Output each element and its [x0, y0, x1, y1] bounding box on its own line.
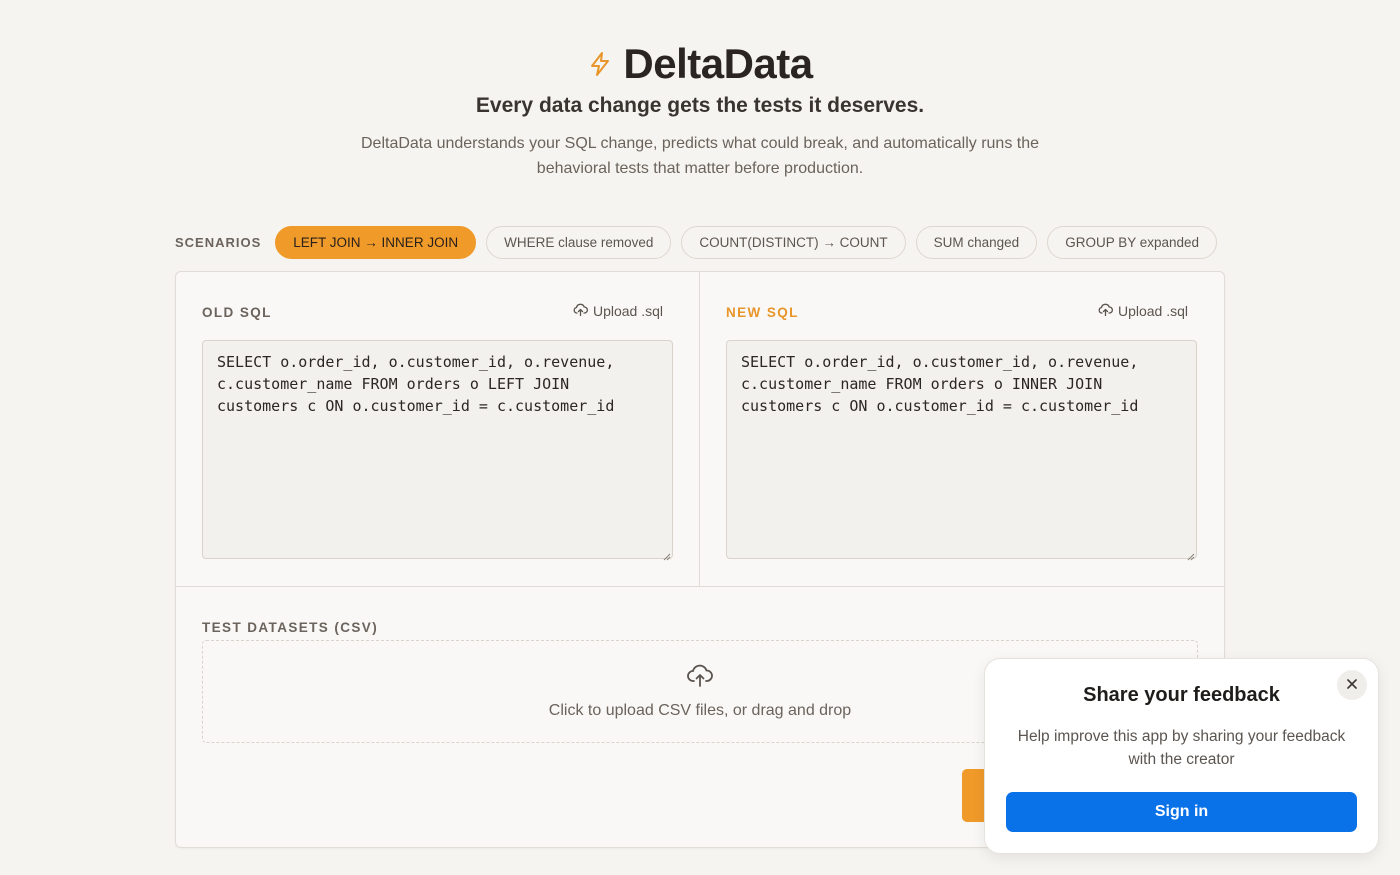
- lightning-icon: [587, 51, 613, 77]
- new-sql-upload-button[interactable]: Upload .sql: [1098, 303, 1188, 319]
- test-datasets-label: TEST DATASETS (CSV): [202, 620, 379, 635]
- app-title: DeltaData: [623, 40, 813, 87]
- scenarios-label: SCENARIOS: [175, 234, 262, 250]
- scenario-chip-left-join-inner-join[interactable]: LEFT JOIN → INNER JOIN: [275, 225, 477, 259]
- tagline: Every data change gets the tests it dese…: [475, 94, 925, 117]
- page: DeltaData Every data change gets the tes…: [0, 0, 1400, 875]
- scenario-chip-count-distinct[interactable]: COUNT(DISTINCT) → COUNT: [681, 225, 906, 259]
- old-sql-pane: OLD SQL Upload .sql SELECT o.order_id, o…: [176, 272, 700, 586]
- old-sql-resize-handle[interactable]: [662, 548, 671, 561]
- feedback-popup: Share your feedback Help improve this ap…: [984, 658, 1379, 854]
- cloud-upload-icon: [1098, 303, 1113, 319]
- new-sql-resize-handle[interactable]: [1186, 548, 1195, 561]
- new-sql-label: NEW SQL: [726, 305, 799, 320]
- old-sql-editor[interactable]: SELECT o.order_id, o.customer_id, o.reve…: [202, 340, 673, 559]
- new-sql-pane: NEW SQL Upload .sql SELECT o.order_id, o…: [700, 272, 1224, 586]
- cloud-upload-icon: [687, 664, 713, 692]
- new-sql-upload-label: Upload .sql: [1117, 303, 1188, 319]
- close-button[interactable]: [1337, 670, 1367, 700]
- cloud-upload-icon: [573, 303, 588, 319]
- scenario-chip-where-removed[interactable]: WHERE clause removed: [486, 225, 672, 259]
- close-icon: [1347, 676, 1357, 694]
- scenario-chip-group-by-expanded[interactable]: GROUP BY expanded: [1047, 225, 1218, 259]
- dropzone-text: Click to upload CSV files, or drag and d…: [548, 701, 852, 719]
- old-sql-label: OLD SQL: [202, 305, 272, 320]
- description: DeltaData understands your SQL change, p…: [360, 135, 1039, 177]
- old-sql-upload-label: Upload .sql: [592, 303, 663, 319]
- feedback-title: Share your feedback: [1083, 684, 1280, 706]
- old-sql-upload-button[interactable]: Upload .sql: [573, 303, 663, 319]
- scenario-chip-sum-changed[interactable]: SUM changed: [915, 225, 1038, 259]
- sign-in-button[interactable]: Sign in: [1006, 792, 1357, 832]
- new-sql-editor[interactable]: SELECT o.order_id, o.customer_id, o.reve…: [726, 340, 1197, 559]
- scenarios-bar: SCENARIOS LEFT JOIN → INNER JOIN WHERE c…: [175, 225, 1218, 259]
- feedback-body: Help improve this app by sharing your fe…: [1017, 728, 1346, 768]
- brand-header: DeltaData: [0, 40, 1400, 88]
